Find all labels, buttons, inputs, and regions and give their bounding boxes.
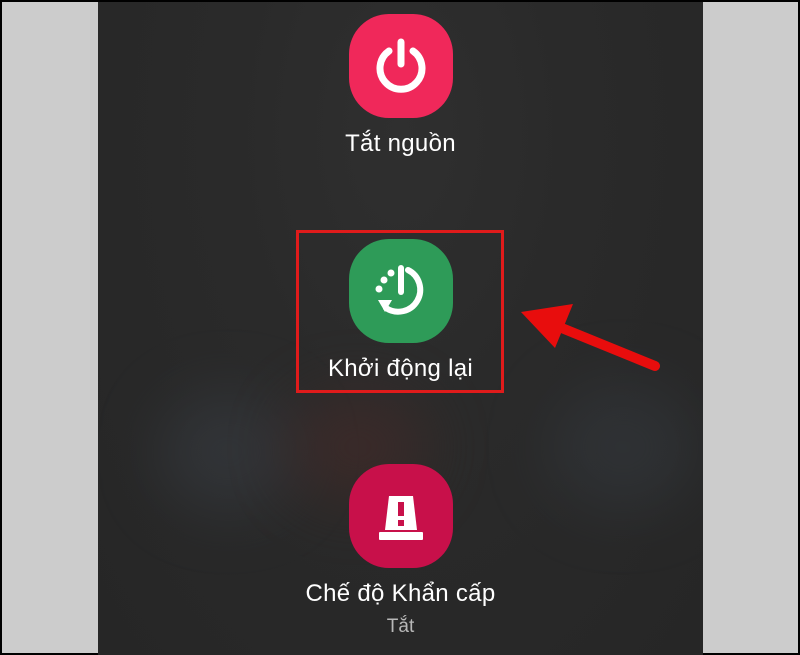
power-icon [376,38,425,93]
highlight-box [296,230,504,393]
power-off-option[interactable]: Tắt nguồn [98,14,703,158]
emergency-mode-button[interactable] [348,464,453,568]
emergency-mode-option[interactable]: Chế độ Khẩn cấp Tắt [98,464,703,638]
power-off-label: Tắt nguồn [345,130,456,157]
emergency-light-icon [378,496,423,540]
red-arrow-icon [521,304,660,371]
emergency-mode-status: Tắt [386,616,415,637]
emergency-mode-label: Chế độ Khẩn cấp [305,580,496,607]
power-off-button[interactable] [348,14,453,118]
